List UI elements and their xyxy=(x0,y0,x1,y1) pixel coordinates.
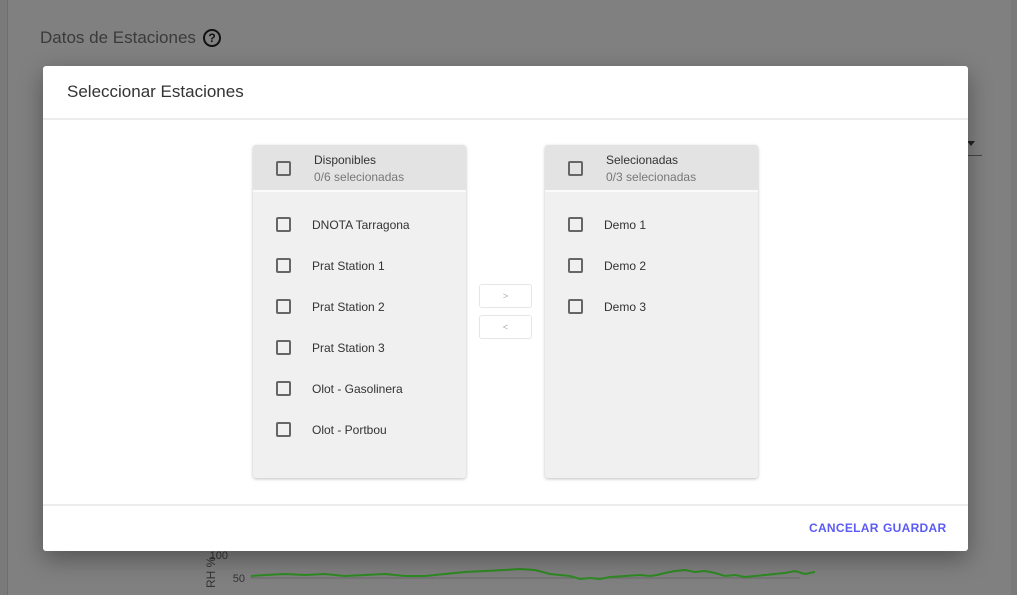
item-label: Olot - Portbou xyxy=(312,423,387,437)
item-label: Prat Station 2 xyxy=(312,300,385,314)
save-button[interactable]: GUARDAR xyxy=(883,521,946,535)
item-label: Demo 2 xyxy=(604,259,647,273)
list-item[interactable]: Demo 2 xyxy=(545,245,758,286)
item-checkbox[interactable] xyxy=(568,217,583,232)
available-list: Disponibles 0/6 selecionadas DNOTA Tarra… xyxy=(253,145,466,478)
item-checkbox[interactable] xyxy=(276,299,291,314)
list-item[interactable]: Olot - Portbou xyxy=(253,409,466,450)
divider xyxy=(43,118,968,120)
list-item[interactable]: Prat Station 1 xyxy=(253,245,466,286)
scrollbar xyxy=(1011,0,1017,595)
list-item[interactable]: Prat Station 3 xyxy=(253,327,466,368)
item-label: Prat Station 1 xyxy=(312,259,385,273)
select-stations-dialog: Seleccionar Estaciones Disponibles 0/6 s… xyxy=(43,66,968,551)
item-checkbox[interactable] xyxy=(276,340,291,355)
available-list-header: Disponibles 0/6 selecionadas xyxy=(253,145,466,192)
available-count: 0/6 selecionadas xyxy=(314,170,405,184)
dropdown-arrow-icon[interactable] xyxy=(967,141,975,146)
page-title: Datos de Estaciones xyxy=(40,28,196,47)
item-label: Prat Station 3 xyxy=(312,341,385,355)
select-all-available-checkbox[interactable] xyxy=(276,161,291,176)
selected-list-header: Selecionadas 0/3 selecionadas xyxy=(545,145,758,192)
move-right-button[interactable]: > xyxy=(479,284,532,308)
background-rh-chart: 100 50 RH % xyxy=(204,550,815,588)
list-item[interactable]: Olot - Gasolinera xyxy=(253,368,466,409)
item-label: Olot - Gasolinera xyxy=(312,382,403,396)
list-item[interactable]: Demo 3 xyxy=(545,286,758,327)
available-title: Disponibles xyxy=(314,153,377,167)
y-axis-label: RH % xyxy=(204,556,218,588)
item-checkbox[interactable] xyxy=(276,381,291,396)
list-item[interactable]: DNOTA Tarragona xyxy=(253,204,466,245)
selected-list: Selecionadas 0/3 selecionadas Demo 1 Dem… xyxy=(545,145,758,478)
move-left-button[interactable]: < xyxy=(479,315,532,339)
dialog-title: Seleccionar Estaciones xyxy=(67,82,244,101)
item-checkbox[interactable] xyxy=(568,258,583,273)
side-panel-edge xyxy=(0,0,8,595)
item-checkbox[interactable] xyxy=(276,217,291,232)
select-all-selected-checkbox[interactable] xyxy=(568,161,583,176)
item-label: DNOTA Tarragona xyxy=(312,218,410,232)
item-checkbox[interactable] xyxy=(276,422,291,437)
item-label: Demo 3 xyxy=(604,300,647,314)
divider xyxy=(43,504,968,506)
list-item[interactable]: Demo 1 xyxy=(545,204,758,245)
list-item[interactable]: Prat Station 2 xyxy=(253,286,466,327)
item-checkbox[interactable] xyxy=(276,258,291,273)
item-label: Demo 1 xyxy=(604,218,647,232)
selected-title: Selecionadas xyxy=(606,153,679,167)
cancel-button[interactable]: CANCELAR xyxy=(809,521,879,535)
item-checkbox[interactable] xyxy=(568,299,583,314)
help-icon[interactable]: ? xyxy=(203,29,221,47)
y-tick-50: 50 xyxy=(233,573,245,585)
selected-count: 0/3 selecionadas xyxy=(606,170,697,184)
